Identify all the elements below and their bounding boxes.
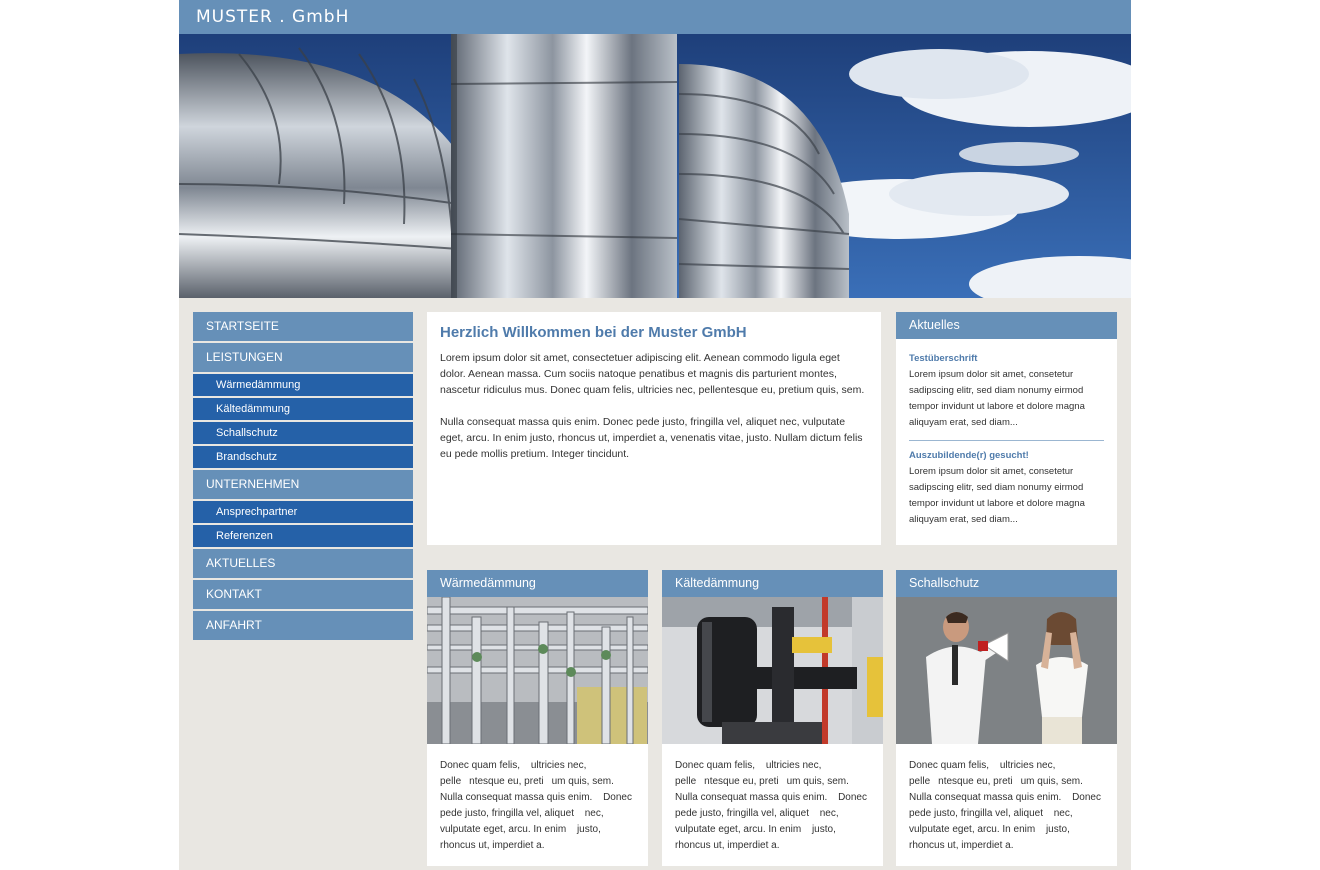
- card-text: Donec quam felis, ultricies nec, pelle…: [909, 760, 1101, 851]
- news-box: Aktuelles Testüberschrift Lorem ipsum do…: [896, 312, 1117, 545]
- news-heading: Aktuelles: [896, 312, 1117, 339]
- news-item-title[interactable]: Testüberschrift: [909, 353, 1104, 364]
- card-title[interactable]: Schallschutz: [896, 570, 1117, 597]
- hero-image: [179, 34, 1131, 298]
- nav-item-leistungen[interactable]: LEISTUNGEN: [193, 343, 413, 372]
- pipework-image: [427, 597, 648, 744]
- nav-item-startseite[interactable]: STARTSEITE: [193, 312, 413, 341]
- news-item-title[interactable]: Auszubildende(r) gesucht!: [909, 450, 1104, 461]
- welcome-box: Herzlich Willkommen bei der Muster GmbH …: [427, 312, 881, 545]
- nav-item-anfahrt[interactable]: ANFAHRT: [193, 611, 413, 640]
- top-bar: MUSTER . GmbH: [179, 0, 1131, 34]
- welcome-paragraph-1: Lorem ipsum dolor sit amet, consectetuer…: [440, 352, 865, 396]
- card-text: Donec quam felis, ultricies nec, pelle…: [440, 760, 632, 851]
- welcome-title: Herzlich Willkommen bei der Muster GmbH: [440, 324, 747, 341]
- nav-item-aktuelles[interactable]: AKTUELLES: [193, 549, 413, 578]
- nav-sub-brandschutz[interactable]: Brandschutz: [193, 446, 413, 468]
- service-card-kaeltedaemmung[interactable]: Kältedämmung Donec quam felis, ultricie…: [662, 570, 883, 866]
- card-text: Donec quam felis, ultricies nec, pelle…: [675, 760, 867, 851]
- welcome-paragraph-2: Nulla consequat massa quis enim. Donec p…: [440, 416, 863, 460]
- nav-sub-ansprechpartner[interactable]: Ansprechpartner: [193, 501, 413, 523]
- nav-sub-schallschutz[interactable]: Schallschutz: [193, 422, 413, 444]
- insulated-tank-image: [662, 597, 883, 744]
- news-item-text: Lorem ipsum dolor sit amet, consetetur s…: [909, 466, 1085, 525]
- main-navigation: STARTSEITE LEISTUNGEN Wärmedämmung Kälte…: [193, 312, 413, 642]
- service-card-schallschutz[interactable]: Schallschutz Donec quam felis, ultricie…: [896, 570, 1117, 866]
- nav-sub-referenzen[interactable]: Referenzen: [193, 525, 413, 547]
- news-item-text: Lorem ipsum dolor sit amet, consetetur s…: [909, 369, 1085, 428]
- page: MUSTER . GmbH STARTSEITE LEISTUNGEN Wärm…: [179, 0, 1131, 870]
- nav-item-unternehmen[interactable]: UNTERNEHMEN: [193, 470, 413, 499]
- card-title[interactable]: Wärmedämmung: [427, 570, 648, 597]
- nav-sub-waermedaemmung[interactable]: Wärmedämmung: [193, 374, 413, 396]
- news-divider: [909, 440, 1104, 441]
- logo[interactable]: MUSTER . GmbH: [196, 7, 349, 27]
- nav-sub-kaeltedaemmung[interactable]: Kältedämmung: [193, 398, 413, 420]
- card-title[interactable]: Kältedämmung: [662, 570, 883, 597]
- nav-item-kontakt[interactable]: KONTAKT: [193, 580, 413, 609]
- megaphone-people-image: [896, 597, 1117, 744]
- service-card-waermedaemmung[interactable]: Wärmedämmung Donec q: [427, 570, 648, 866]
